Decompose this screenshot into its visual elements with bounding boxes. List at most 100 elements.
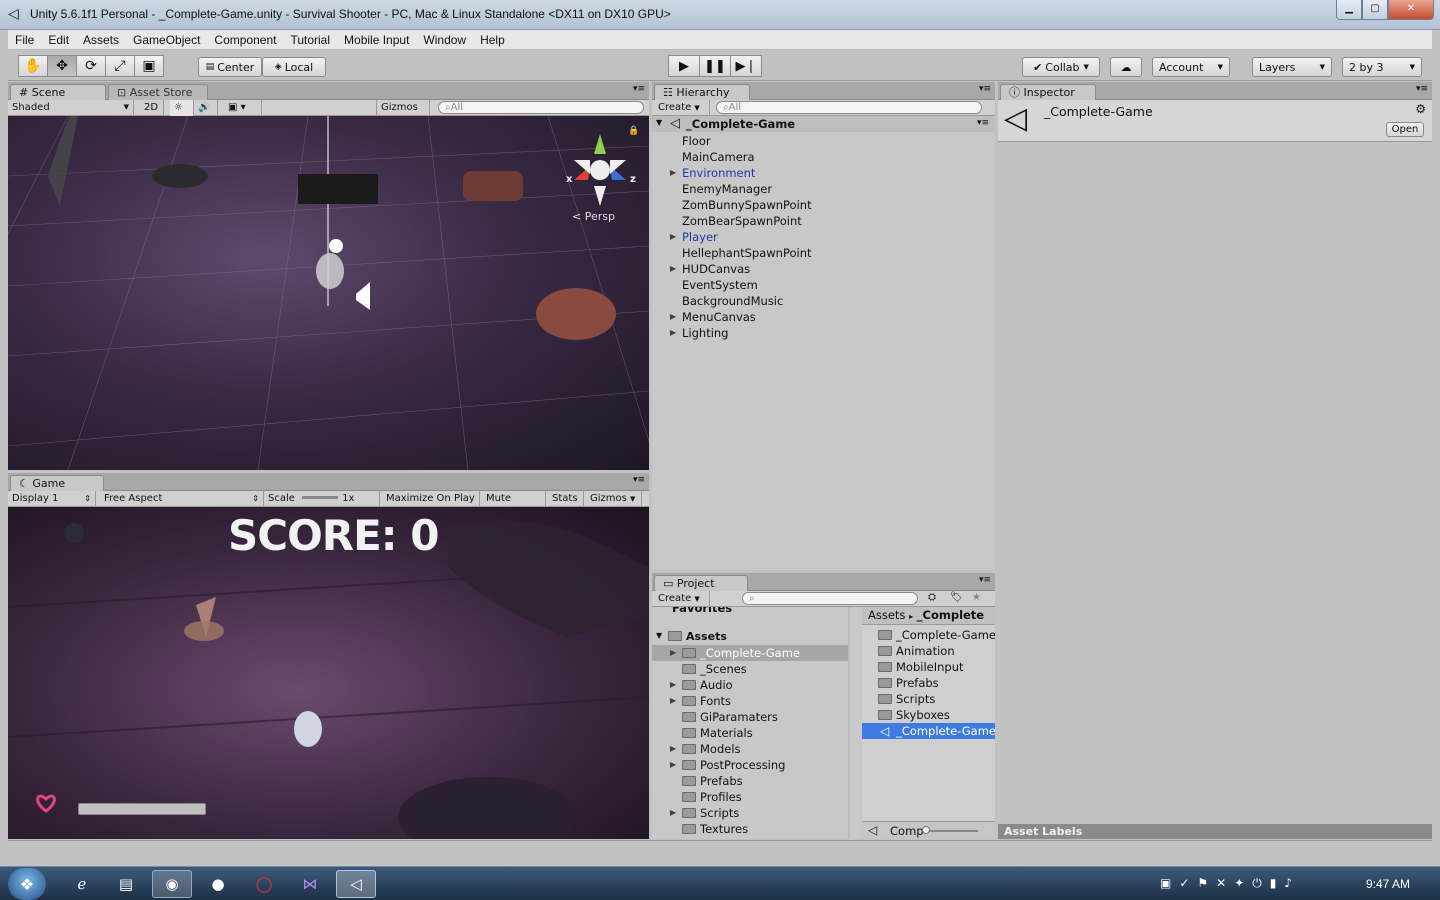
hierarchy-item[interactable]: ▶ Player (670, 229, 718, 245)
menu-help[interactable]: Help (473, 33, 512, 47)
hierarchy-create-dropdown[interactable]: Create ▼ (654, 100, 710, 116)
menu-component[interactable]: Component (207, 33, 283, 47)
project-folder-item[interactable]: ▶ Audio (652, 677, 848, 693)
expand-arrow-icon[interactable]: ▶ (670, 325, 676, 341)
project-create-dropdown[interactable]: Create ▼ (654, 591, 710, 607)
project-folder-item[interactable]: Textures (652, 821, 848, 837)
menu-edit[interactable]: Edit (41, 33, 76, 47)
hierarchy-item[interactable]: BackgroundMusic (682, 293, 783, 309)
project-folder-item[interactable]: ▶ Scripts (652, 805, 848, 821)
tab-hierarchy[interactable]: ☷ Hierarchy (654, 84, 750, 100)
scene-menu-icon[interactable]: ▾≡ (977, 118, 989, 128)
layout-dropdown[interactable]: 2 by 3 ▼ (1342, 57, 1422, 77)
clock[interactable]: 9:47 AM (1366, 877, 1410, 891)
breadcrumb-current[interactable]: _Complete (917, 608, 984, 622)
project-folder-item[interactable]: Prefabs (652, 773, 848, 789)
panel-menu-icon[interactable]: ▾≡ (979, 575, 991, 585)
stats-toggle[interactable]: Stats (548, 491, 584, 507)
project-file-item[interactable]: Scripts (862, 691, 995, 707)
hierarchy-item[interactable]: EnemyManager (682, 181, 772, 197)
project-folder-item[interactable]: Materials (652, 725, 848, 741)
tab-asset-store[interactable]: ⊡ Asset Store (108, 84, 208, 100)
audio-toggle-icon[interactable]: 🔊 (194, 100, 218, 116)
menu-file[interactable]: File (8, 33, 41, 47)
display-dropdown[interactable]: Display 1 ⇕ (8, 491, 96, 507)
expand-arrow-icon[interactable]: ▶ (670, 165, 676, 181)
hierarchy-item[interactable]: ▶ Lighting (670, 325, 728, 341)
project-file-item[interactable]: _Complete-Game (862, 627, 995, 643)
game-viewport[interactable]: SCORE: 0 (8, 507, 649, 839)
explorer-icon[interactable]: ▤ (106, 870, 146, 898)
hierarchy-item[interactable]: ZomBunnySpawnPoint (682, 197, 812, 213)
gear-icon[interactable]: ⚙ (1415, 102, 1426, 116)
open-button[interactable]: Open (1386, 122, 1424, 137)
persp-label[interactable]: < Persp (572, 210, 615, 223)
expand-arrow-icon[interactable]: ▶ (670, 693, 676, 709)
project-file-item[interactable]: Animation (862, 643, 995, 659)
panel-menu-icon[interactable]: ▾≡ (979, 84, 991, 94)
firefox-icon[interactable]: ● (198, 870, 238, 898)
hierarchy-item[interactable]: ▶ Environment (670, 165, 755, 181)
breadcrumb-assets[interactable]: Assets (868, 608, 905, 622)
ie-icon[interactable]: ℯ (62, 870, 102, 898)
lighting-toggle-icon[interactable]: ☼ (170, 100, 194, 116)
play-button[interactable]: ▶ (668, 55, 700, 77)
hierarchy-item[interactable]: ZomBearSpawnPoint (682, 213, 802, 229)
move-tool-icon[interactable]: ✥ (47, 55, 77, 77)
hand-tool-icon[interactable]: ✋ (18, 55, 48, 77)
menu-gameobject[interactable]: GameObject (126, 33, 207, 47)
scene-viewport[interactable]: x z < Persp 🔒 (8, 116, 649, 470)
scale-slider-track[interactable] (302, 496, 339, 499)
expand-arrow-icon[interactable]: ▶ (670, 229, 676, 245)
scene-file-item[interactable]: ◁ _Complete-Game (862, 723, 995, 739)
hierarchy-item[interactable]: HellephantSpawnPoint (682, 245, 812, 261)
collab-dropdown[interactable]: ✔ Collab ▼ (1022, 57, 1100, 77)
filter-type-icon[interactable]: ⛭ (928, 592, 936, 603)
tab-project[interactable]: ▭ Project (654, 575, 748, 591)
star-icon[interactable]: ★ (972, 592, 981, 603)
shading-mode-dropdown[interactable]: Shaded ▼ (8, 100, 134, 116)
aspect-dropdown[interactable]: Free Aspect ⇕ (100, 491, 264, 507)
effects-dropdown-icon[interactable]: ▣ ▾ (224, 100, 262, 116)
start-button[interactable]: ❖ (8, 868, 46, 900)
scene-header-row[interactable]: ▼ ◁ _Complete-Game ▾≡ (652, 116, 995, 132)
expand-arrow-icon[interactable]: ▼ (656, 631, 662, 640)
project-folder-item[interactable]: ▶ Models (652, 741, 848, 757)
project-search-input[interactable]: ⌕ (742, 592, 918, 605)
panel-menu-icon[interactable]: ▾≡ (633, 84, 645, 94)
close-button[interactable]: ✕ (1388, 0, 1434, 20)
project-folder-item[interactable]: _Scenes (652, 661, 848, 677)
gizmos-dropdown[interactable]: Gizmos ▼ (376, 100, 430, 127)
mute-audio-toggle[interactable]: Mute Audio (482, 491, 546, 519)
chrome-icon[interactable]: ◉ (152, 870, 192, 898)
icon-size-slider[interactable] (924, 830, 978, 832)
panel-menu-icon[interactable]: ▾≡ (633, 475, 645, 485)
opera-icon[interactable]: ◯ (244, 870, 284, 898)
slider-thumb[interactable] (922, 826, 930, 834)
tab-scene[interactable]: # Scene (10, 84, 106, 100)
project-file-item[interactable]: Skyboxes (862, 707, 995, 723)
security-tray-icon[interactable]: ✓ (1179, 876, 1189, 891)
step-button[interactable]: ▶❘ (730, 55, 762, 77)
lock-icon[interactable]: 🔒 (628, 126, 639, 136)
signal-tray-icon[interactable]: ▮ (1270, 876, 1277, 891)
tab-game[interactable]: ☾ Game (10, 475, 104, 491)
hierarchy-search-input[interactable]: ⌕All (716, 101, 982, 114)
project-folder-item[interactable]: ▶ PostProcessing (652, 757, 848, 773)
project-file-item[interactable]: MobileInput (862, 659, 995, 675)
asset-labels-bar[interactable]: Asset Labels (998, 824, 1432, 839)
project-folder-item[interactable]: ▶ _Complete-Game (652, 645, 848, 661)
unity-taskbar-icon[interactable]: ◁ (336, 870, 376, 898)
account-dropdown[interactable]: Account ▼ (1152, 57, 1230, 77)
maximize-button[interactable]: ▢ (1362, 0, 1388, 20)
menu-tutorial[interactable]: Tutorial (283, 33, 337, 47)
tag-icon[interactable]: 🏷 (950, 592, 963, 603)
hierarchy-item[interactable]: ▶ MenuCanvas (670, 309, 756, 325)
pivot-center-button[interactable]: ▤ Center (198, 57, 262, 77)
rotate-tool-icon[interactable]: ⟳ (76, 55, 106, 77)
minimize-button[interactable]: ▁ (1336, 0, 1362, 20)
flag-tray-icon[interactable]: ⚑ (1197, 876, 1208, 891)
cloud-button[interactable]: ☁ (1110, 57, 1142, 77)
expand-arrow-icon[interactable]: ▶ (670, 309, 676, 325)
hierarchy-item[interactable]: Floor (682, 133, 711, 149)
